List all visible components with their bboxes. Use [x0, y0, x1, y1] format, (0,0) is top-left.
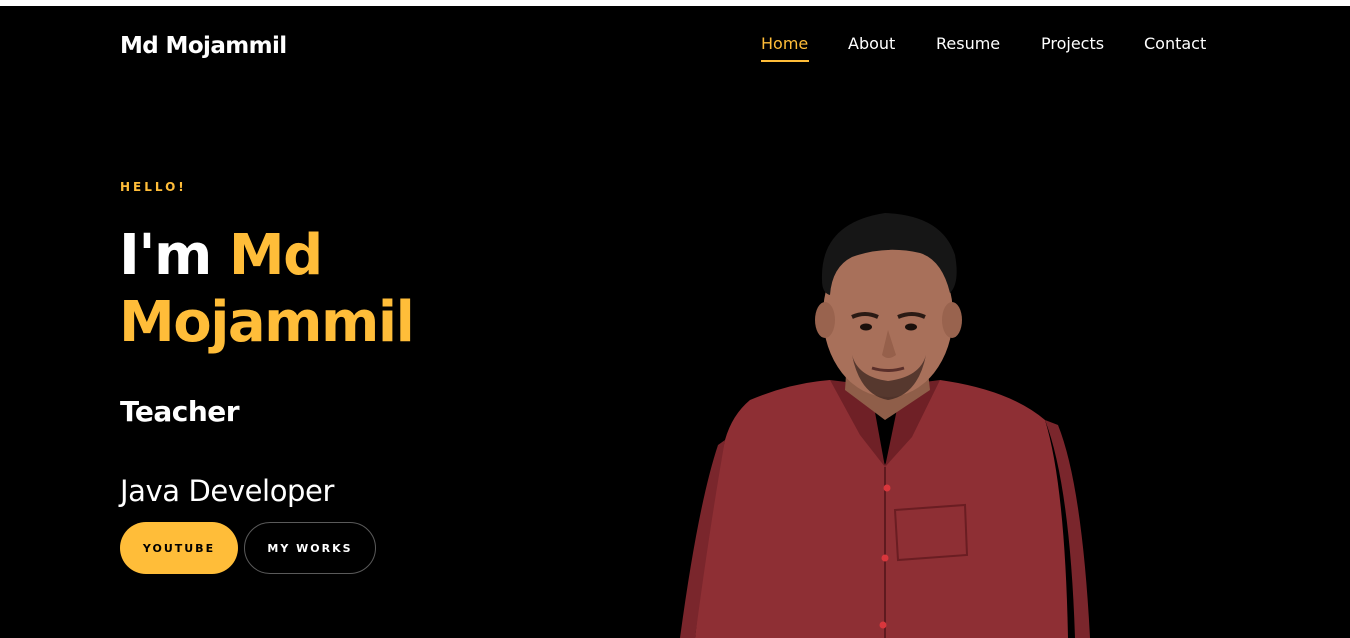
nav-item-about[interactable]: About [848, 33, 895, 55]
brand-logo[interactable]: Md Mojammil [120, 31, 287, 61]
nav-item-projects[interactable]: Projects [1041, 33, 1104, 55]
nav-active-underline [761, 60, 809, 62]
nav-item-home-label: Home [761, 34, 809, 53]
nav-item-contact-label: Contact [1144, 34, 1207, 53]
hero-role-teacher: Teacher [120, 395, 240, 428]
hero-name-last: Mojammil [119, 290, 415, 355]
nav-item-resume[interactable]: Resume [936, 33, 1000, 55]
my-works-button[interactable]: MY WORKS [244, 522, 376, 574]
nav-item-projects-label: Projects [1041, 34, 1105, 53]
nav-item-home[interactable]: Home [761, 33, 809, 62]
portfolio-page: Md Mojammil Home About Resume Projects C… [0, 0, 1350, 638]
nav-item-about-label: About [848, 34, 896, 53]
portrait-head [815, 213, 962, 400]
hero-name-first: Md [228, 223, 323, 288]
hero-greeting: HELLO! [120, 180, 187, 194]
hero-role-java: Java Developer [120, 474, 335, 508]
youtube-button[interactable]: YOUTUBE [120, 522, 238, 574]
nav-item-contact[interactable]: Contact [1144, 33, 1206, 55]
hero-im: I'm [119, 223, 212, 288]
profile-portrait [680, 213, 1090, 638]
nav-item-resume-label: Resume [936, 34, 1001, 53]
top-strip [0, 0, 1350, 6]
hero-headline: I'm Md Mojammil [119, 222, 415, 356]
